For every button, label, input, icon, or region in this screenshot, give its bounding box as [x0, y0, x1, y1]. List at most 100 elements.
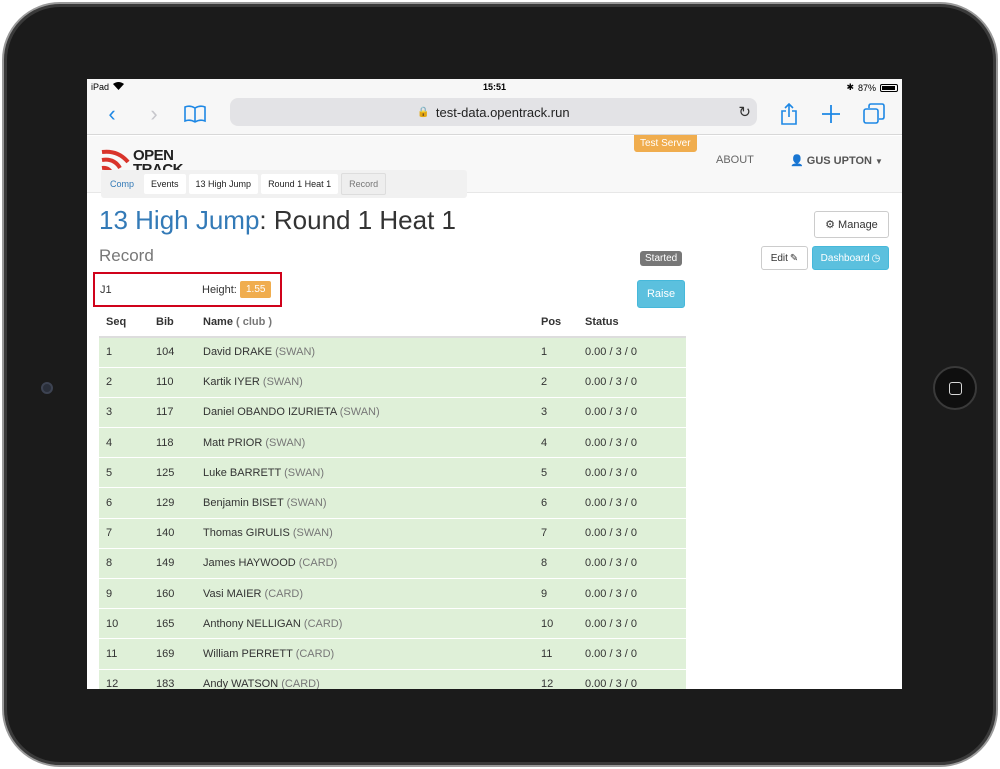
user-menu[interactable]: 👤 GUS UPTON ▼	[790, 154, 883, 167]
athlete-name: Matt PRIOR	[203, 436, 263, 449]
table-row[interactable]: 12 183 Andy WATSON (CARD) 12 0.00 / 3 / 0	[99, 668, 686, 689]
athlete-club: (SWAN)	[339, 406, 380, 419]
lock-icon: 🔒	[417, 106, 430, 118]
cell-name: Matt PRIOR (SWAN)	[196, 427, 534, 458]
nav-about[interactable]: ABOUT	[716, 154, 754, 166]
table-row[interactable]: 4 118 Matt PRIOR (SWAN) 4 0.00 / 3 / 0	[99, 427, 686, 458]
cell-bib: 118	[149, 427, 196, 458]
table-row[interactable]: 2 110 Kartik IYER (SWAN) 2 0.00 / 3 / 0	[99, 366, 686, 398]
athlete-club: (CARD)	[264, 587, 304, 600]
athlete-name: Kartik IYER	[203, 376, 260, 389]
cell-seq: 4	[99, 427, 149, 458]
breadcrumb: Comp Events 13 High Jump Round 1 Heat 1 …	[101, 170, 467, 198]
athlete-name: Andy WATSON	[203, 678, 279, 689]
table-row[interactable]: 9 160 Vasi MAIER (CARD) 9 0.00 / 3 / 0	[99, 577, 686, 609]
cell-bib: 117	[149, 396, 196, 428]
breadcrumb-event[interactable]: 13 High Jump	[188, 174, 259, 194]
header-status: Status	[578, 307, 686, 338]
athlete-name: David DRAKE	[203, 346, 273, 359]
cell-seq: 3	[99, 396, 149, 428]
bookmarks-icon[interactable]	[182, 101, 208, 127]
clock: 15:51	[482, 82, 507, 92]
athlete-name: William PERRETT	[203, 647, 293, 660]
table-row[interactable]: 3 117 Daniel OBANDO IZURIETA (SWAN) 3 0.00 /…	[99, 396, 686, 428]
cell-bib: 110	[149, 366, 196, 398]
cell-status: 0.00 / 3 / 0	[578, 487, 686, 519]
table-row[interactable]: 11 169 William PERRETT (CARD) 11 0.00 / 3 / …	[99, 638, 686, 670]
cell-status: 0.00 / 3 / 0	[578, 427, 686, 458]
cell-seq: 9	[99, 577, 149, 609]
home-button[interactable]	[933, 366, 977, 410]
athlete-club: (SWAN)	[286, 497, 327, 510]
cell-pos: 10	[534, 608, 578, 639]
table-row[interactable]: 6 129 Benjamin BISET (SWAN) 6 0.00 / 3 / 0	[99, 487, 686, 519]
athlete-club: (SWAN)	[292, 527, 333, 540]
cell-bib: 129	[149, 487, 196, 519]
cell-bib: 165	[149, 608, 196, 639]
cell-name: Daniel OBANDO IZURIETA (SWAN)	[196, 396, 534, 428]
back-icon[interactable]: ‹	[99, 101, 125, 127]
table-row[interactable]: 7 140 Thomas GIRULIS (SWAN) 7 0.00 / 3 / 0	[99, 517, 686, 549]
athlete-club: (CARD)	[298, 557, 338, 570]
breadcrumb-events[interactable]: Events	[144, 174, 186, 194]
athlete-club: (SWAN)	[265, 436, 306, 449]
reload-icon[interactable]: ↻	[738, 103, 751, 121]
cell-name: Vasi MAIER (CARD)	[196, 577, 534, 609]
manage-button[interactable]: ⚙ Manage	[814, 211, 889, 238]
cell-bib: 140	[149, 517, 196, 549]
cell-status: 0.00 / 3 / 0	[578, 547, 686, 579]
table-row[interactable]: 5 125 Luke BARRETT (SWAN) 5 0.00 / 3 / 0	[99, 457, 686, 488]
cell-seq: 7	[99, 517, 149, 549]
battery-percent: 87%	[857, 82, 876, 93]
cell-name: Kartik IYER (SWAN)	[196, 366, 534, 398]
athlete-name: Anthony NELLIGAN	[203, 617, 301, 630]
cell-seq: 6	[99, 487, 149, 519]
cell-pos: 8	[534, 547, 578, 579]
cell-pos: 5	[534, 457, 578, 488]
event-link[interactable]: 13 High Jump	[99, 205, 259, 235]
dashboard-button[interactable]: Dashboard ◷	[812, 246, 889, 270]
url-text: test-data.opentrack.run	[435, 104, 570, 120]
athlete-club: (CARD)	[295, 647, 335, 660]
athlete-name: Vasi MAIER	[203, 587, 262, 600]
table-row[interactable]: 10 165 Anthony NELLIGAN (CARD) 10 0.00 / 3 /…	[99, 608, 686, 639]
athlete-name: Luke BARRETT	[203, 466, 282, 479]
height-value[interactable]: 1.55	[240, 281, 272, 298]
gear-icon: ⚙	[825, 219, 836, 231]
new-tab-icon[interactable]	[818, 101, 844, 127]
cell-seq: 11	[99, 638, 149, 670]
cell-name: James HAYWOOD (CARD)	[196, 547, 534, 579]
share-icon[interactable]	[776, 101, 802, 127]
cell-status: 0.00 / 3 / 0	[578, 366, 686, 398]
header-name: Name ( club )	[196, 307, 534, 338]
cell-seq: 1	[99, 336, 149, 368]
raise-button[interactable]: Raise	[637, 280, 685, 308]
breadcrumb-comp[interactable]: Comp	[103, 174, 141, 194]
cell-seq: 12	[99, 668, 149, 689]
test-server-badge: Test Server	[634, 135, 697, 152]
table-row[interactable]: 8 149 James HAYWOOD (CARD) 8 0.00 / 3 / 0	[99, 547, 686, 579]
table-row[interactable]: 1 104 David DRAKE (SWAN) 1 0.00 / 3 / 0	[99, 336, 686, 368]
breadcrumb-record[interactable]: Record	[341, 173, 387, 195]
breadcrumb-round[interactable]: Round 1 Heat 1	[261, 174, 339, 194]
cell-status: 0.00 / 3 / 0	[578, 517, 686, 549]
clock-icon: ◷	[871, 252, 881, 264]
page-title: 13 High Jump: Round 1 Heat 1	[99, 205, 456, 236]
cell-name: Benjamin BISET (SWAN)	[196, 487, 534, 519]
screen: iPad 15:51 ✱ 87% ‹ › 🔒 test-data.opentra…	[87, 79, 902, 689]
cell-status: 0.00 / 3 / 0	[578, 668, 686, 689]
athlete-name: James HAYWOOD	[203, 557, 296, 570]
manage-label: Manage	[838, 218, 878, 231]
header-bib: Bib	[149, 307, 196, 338]
forward-icon[interactable]: ›	[141, 101, 167, 127]
cell-pos: 9	[534, 577, 578, 609]
cell-pos: 11	[534, 638, 578, 670]
tabs-icon[interactable]	[861, 101, 887, 127]
status-bar: iPad 15:51 ✱ 87%	[87, 79, 902, 95]
title-separator: :	[259, 205, 274, 235]
cell-bib: 183	[149, 668, 196, 689]
edit-button[interactable]: Edit ✎	[761, 246, 808, 270]
address-bar[interactable]: 🔒 test-data.opentrack.run ↻	[230, 98, 757, 126]
cell-seq: 8	[99, 547, 149, 579]
judge-id: J1	[100, 284, 112, 296]
